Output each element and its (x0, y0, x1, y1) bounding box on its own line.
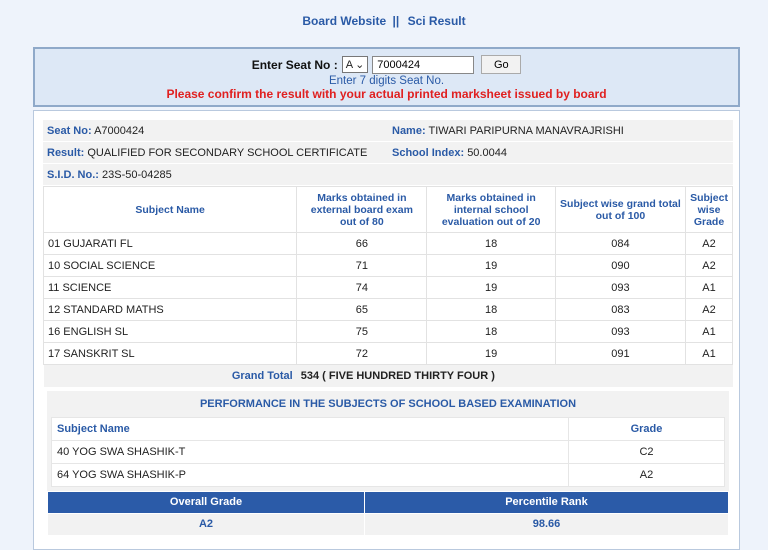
internal-marks: 19 (426, 276, 556, 299)
overall-table: Overall Grade Percentile Rank A2 98.66 (47, 490, 729, 536)
section-title: PERFORMANCE IN THE SUBJECTS OF SCHOOL BA… (199, 397, 577, 410)
external-marks: 66 (296, 232, 428, 255)
table-row: 11 SCIENCE 74 19 093 A1 (42, 276, 733, 299)
result-panel: Seat No: A7000424 Name: TIWARI PARIPURNA… (33, 110, 740, 550)
table-row: 64 YOG SWA SHASHIK-P A2 (51, 462, 725, 487)
grade: A1 (685, 320, 733, 343)
subject-name: 16 ENGLISH SL (42, 320, 298, 343)
grand-total-row: Grand Total 534 ( FIVE HUNDRED THIRTY FO… (43, 364, 733, 387)
seat-label: Enter Seat No : (251, 57, 338, 72)
info-row: Result: QUALIFIED FOR SECONDARY SCHOOL C… (43, 142, 733, 164)
internal-marks: 19 (426, 254, 556, 277)
seat-no: A7000424 (94, 124, 145, 137)
series-value: A (345, 58, 354, 71)
total-marks: 084 (554, 232, 687, 255)
sid-value: 23S-50-04285 (102, 168, 172, 181)
internal-marks: 18 (426, 320, 556, 343)
percentile-header: Percentile Rank (364, 490, 729, 514)
col-header: Marks obtained in internal school evalua… (426, 186, 556, 233)
table-row: 40 YOG SWA SHASHIK-T C2 (51, 439, 725, 464)
result-value: QUALIFIED FOR SECONDARY SCHOOL CERTIFICA… (87, 146, 368, 159)
external-marks: 71 (296, 254, 428, 277)
sid-label: S.I.D. No.: (47, 168, 99, 181)
total-marks: 091 (554, 342, 687, 365)
total-marks: 093 (554, 320, 687, 343)
internal-marks: 18 (426, 232, 556, 255)
marks-table: Subject Name Marks obtained in external … (42, 186, 733, 387)
internal-marks: 19 (426, 342, 556, 365)
warning-text: Please confirm the result with your actu… (166, 87, 607, 101)
grand-total: 534 ( FIVE HUNDRED THIRTY FOUR ) (296, 364, 733, 387)
table-row: 16 ENGLISH SL 75 18 093 A1 (42, 320, 733, 343)
total-marks: 090 (554, 254, 687, 277)
student-name: TIWARI PARIPURNA MANAVRAJRISHI (428, 124, 624, 137)
school-index: 50.0044 (467, 146, 507, 159)
subject-name: 12 STANDARD MATHS (42, 298, 298, 321)
series-select[interactable]: A ⌄ (341, 56, 369, 73)
school-index-label: School Index: (392, 146, 465, 159)
subject-name: 11 SCIENCE (42, 276, 298, 299)
col-header: Grade (568, 416, 725, 441)
total-marks: 083 (554, 298, 687, 321)
external-marks: 74 (296, 276, 428, 299)
grade: C2 (568, 439, 725, 464)
table-row: 17 SANSKRIT SL 72 19 091 A1 (42, 342, 733, 365)
grade: A2 (685, 232, 733, 255)
col-header: Subject Name (42, 186, 298, 233)
internal-marks: 18 (426, 298, 556, 321)
total-marks: 093 (554, 276, 687, 299)
subject-name: 64 YOG SWA SHASHIK-P (51, 462, 569, 487)
school-based-table: Subject Name Grade 40 YOG SWA SHASHIK-T C2… (51, 416, 725, 487)
overall-grade: A2 (47, 512, 365, 536)
col-header: Marks obtained in external board exam ou… (296, 186, 428, 233)
board-website-link[interactable]: Board Website (302, 14, 386, 28)
subject-name: 10 SOCIAL SCIENCE (42, 254, 298, 277)
chevron-down-icon: ⌄ (355, 59, 365, 71)
grade: A2 (685, 298, 733, 321)
result-label: Result: (47, 146, 85, 159)
seat-no-label: Seat No: (47, 124, 92, 137)
grade: A2 (568, 462, 725, 487)
info-row: Seat No: A7000424 Name: TIWARI PARIPURNA… (43, 120, 733, 142)
subject-name: 40 YOG SWA SHASHIK-T (51, 439, 569, 464)
external-marks: 65 (296, 298, 428, 321)
percentile-rank: 98.66 (364, 512, 729, 536)
col-header: Subject wise Grade (685, 186, 733, 233)
overall-grade-header: Overall Grade (47, 490, 365, 514)
grand-total-label: Grand Total (43, 364, 297, 387)
top-links: Board Website || Sci Result (0, 14, 768, 28)
external-marks: 75 (296, 320, 428, 343)
table-row: 10 SOCIAL SCIENCE 71 19 090 A2 (42, 254, 733, 277)
grade: A2 (685, 254, 733, 277)
subject-name: 01 GUJARATI FL (42, 232, 298, 255)
table-row: 12 STANDARD MATHS 65 18 083 A2 (42, 298, 733, 321)
col-header: Subject wise grand total out of 100 (554, 186, 687, 233)
go-button[interactable]: Go (481, 55, 522, 74)
subject-name: 17 SANSKRIT SL (42, 342, 298, 365)
external-marks: 72 (296, 342, 428, 365)
table-row: 01 GUJARATI FL 66 18 084 A2 (42, 232, 733, 255)
seat-search-panel: Enter Seat No : A⌄ Go Enter 7 digits Sea… (33, 47, 740, 107)
table-header: Subject Name Marks obtained in external … (42, 186, 733, 233)
school-based-section: PERFORMANCE IN THE SUBJECTS OF SCHOOL BA… (47, 390, 729, 536)
link-separator: || (392, 14, 400, 28)
seat-hint: Enter 7 digits Seat No. (328, 75, 445, 87)
grade: A1 (685, 342, 733, 365)
grade: A1 (685, 276, 733, 299)
info-row: S.I.D. No.: 23S-50-04285 (43, 164, 733, 186)
seat-input[interactable] (372, 55, 475, 74)
name-label: Name: (392, 124, 426, 137)
sci-result-link[interactable]: Sci Result (408, 14, 466, 28)
col-header: Subject Name (51, 416, 569, 441)
